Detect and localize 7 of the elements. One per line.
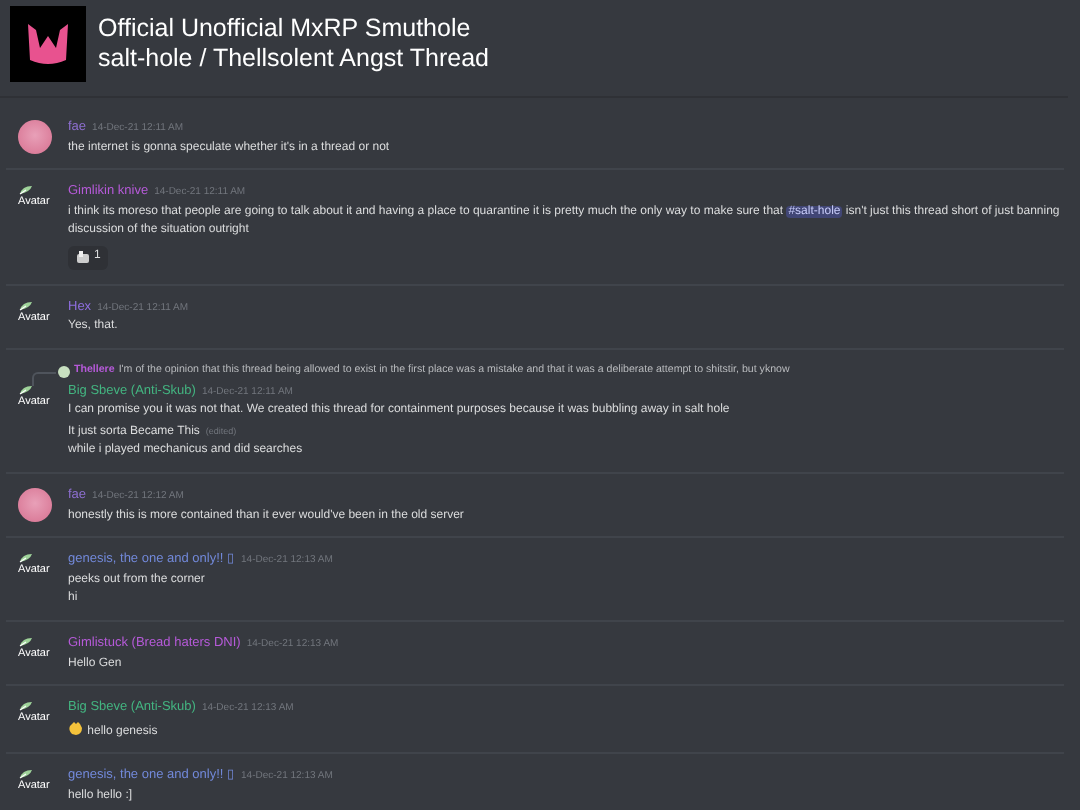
reaction-emoji-icon bbox=[76, 250, 90, 265]
server-name: Official Unofficial MxRP Smuthole bbox=[98, 14, 473, 44]
avatar[interactable] bbox=[18, 488, 52, 523]
channel-title: salt-hole / Thellsolent Angst Thread bbox=[98, 44, 489, 74]
reply-avatar-icon bbox=[58, 365, 70, 378]
server-logo-icon bbox=[10, 6, 86, 82]
avatar[interactable] bbox=[18, 120, 52, 154]
